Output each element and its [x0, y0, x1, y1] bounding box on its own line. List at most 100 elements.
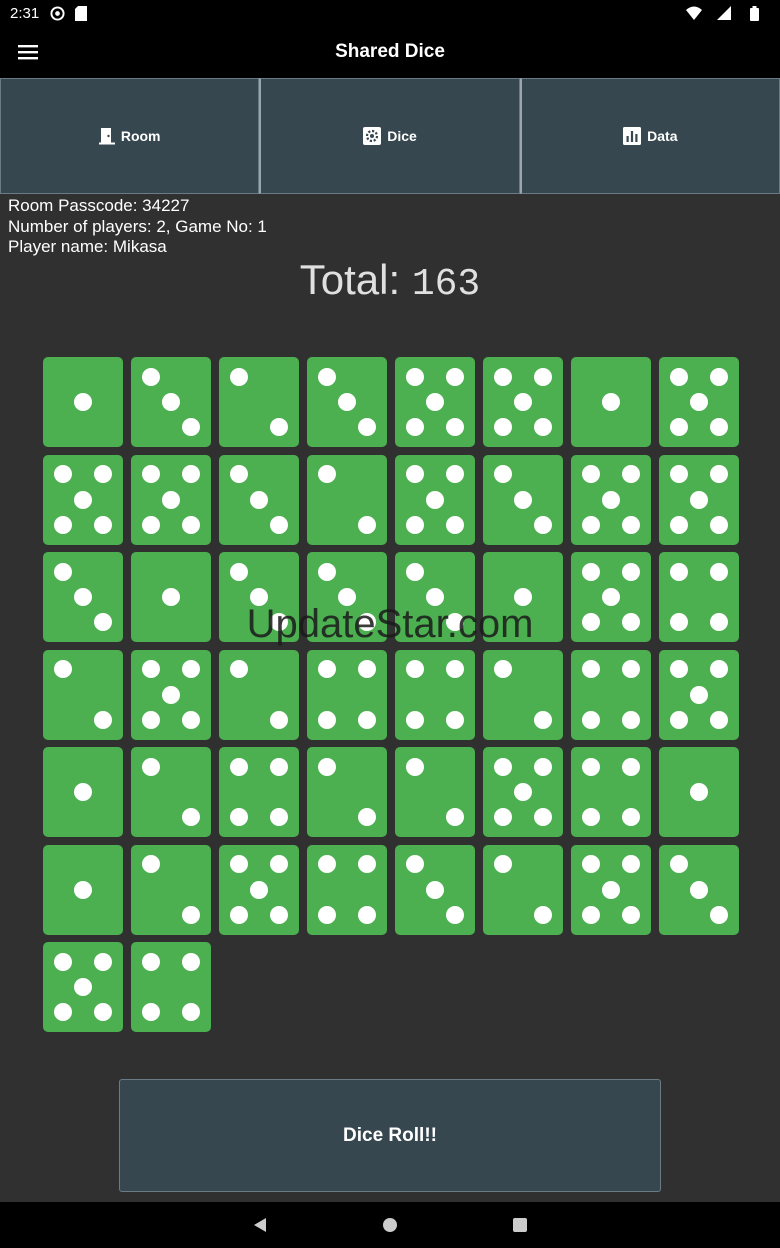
- die-face-3[interactable]: [395, 552, 475, 642]
- die-face-5[interactable]: [571, 844, 651, 935]
- tab-room[interactable]: Room: [0, 78, 260, 194]
- die-face-5[interactable]: [571, 454, 651, 545]
- die-face-5[interactable]: [571, 552, 651, 642]
- die-pip: [406, 515, 424, 534]
- die-face-3[interactable]: [43, 552, 123, 642]
- die-pip: [602, 588, 620, 606]
- dice-grid: [43, 357, 739, 1032]
- die-face-4[interactable]: [659, 552, 739, 642]
- die-pip: [54, 465, 72, 484]
- recents-button[interactable]: [505, 1210, 535, 1240]
- die-pip: [182, 660, 200, 679]
- die-face-4[interactable]: [571, 747, 651, 837]
- die-pip: [318, 367, 336, 386]
- die-face-4[interactable]: [307, 649, 387, 740]
- die-face-4[interactable]: [219, 747, 299, 837]
- tab-dice-label: Dice: [387, 128, 417, 144]
- die-pip: [670, 465, 688, 484]
- die-face-3[interactable]: [483, 454, 563, 545]
- die-face-4[interactable]: [395, 649, 475, 740]
- die-pip: [358, 418, 376, 437]
- die-face-3[interactable]: [131, 357, 211, 447]
- die-pip: [358, 710, 376, 729]
- die-face-4[interactable]: [571, 649, 651, 740]
- die-face-5[interactable]: [219, 844, 299, 935]
- die-face-1[interactable]: [131, 552, 211, 642]
- die-face-2[interactable]: [307, 454, 387, 545]
- die-pip: [406, 418, 424, 437]
- die-face-5[interactable]: [659, 454, 739, 545]
- die-face-2[interactable]: [219, 357, 299, 447]
- die-pip: [446, 808, 464, 827]
- die-pip: [318, 562, 336, 581]
- die-pip: [338, 393, 356, 411]
- die-face-5[interactable]: [131, 649, 211, 740]
- die-face-3[interactable]: [307, 552, 387, 642]
- die-face-1[interactable]: [43, 747, 123, 837]
- die-pip: [182, 465, 200, 484]
- die-face-2[interactable]: [395, 747, 475, 837]
- die-face-5[interactable]: [395, 454, 475, 545]
- die-pip: [446, 465, 464, 484]
- die-pip: [426, 880, 444, 899]
- die-pip: [162, 490, 180, 509]
- die-pip: [582, 710, 600, 729]
- die-pip: [74, 588, 92, 606]
- bar-chart-icon: [623, 127, 642, 145]
- die-face-5[interactable]: [131, 454, 211, 545]
- tab-data[interactable]: Data: [519, 78, 780, 194]
- die-pip: [74, 490, 92, 509]
- die-pip: [582, 808, 600, 827]
- die-face-2[interactable]: [219, 649, 299, 740]
- home-button[interactable]: [375, 1210, 405, 1240]
- die-pip: [142, 367, 160, 386]
- die-face-3[interactable]: [395, 844, 475, 935]
- home-circle-icon: [383, 1218, 397, 1232]
- menu-button[interactable]: [10, 34, 46, 70]
- die-face-2[interactable]: [307, 747, 387, 837]
- die-face-2[interactable]: [483, 649, 563, 740]
- die-face-2[interactable]: [131, 844, 211, 935]
- die-face-5[interactable]: [483, 357, 563, 447]
- die-face-1[interactable]: [43, 357, 123, 447]
- die-pip: [318, 757, 336, 776]
- die-pip: [602, 490, 620, 509]
- die-face-5[interactable]: [483, 747, 563, 837]
- die-face-5[interactable]: [659, 357, 739, 447]
- back-button[interactable]: [245, 1210, 275, 1240]
- die-face-1[interactable]: [571, 357, 651, 447]
- die-face-1[interactable]: [483, 552, 563, 642]
- die-pip: [54, 1003, 72, 1022]
- die-face-2[interactable]: [131, 747, 211, 837]
- die-pip: [270, 808, 288, 827]
- die-pip: [690, 393, 708, 411]
- die-pip: [582, 905, 600, 924]
- die-face-3[interactable]: [307, 357, 387, 447]
- die-face-3[interactable]: [219, 454, 299, 545]
- tab-dice[interactable]: Dice: [259, 78, 520, 194]
- die-face-3[interactable]: [219, 552, 299, 642]
- die-pip: [426, 588, 444, 606]
- die-face-2[interactable]: [43, 649, 123, 740]
- die-pip: [670, 515, 688, 534]
- die-pip: [406, 367, 424, 386]
- die-face-4[interactable]: [307, 844, 387, 935]
- die-pip: [338, 588, 356, 606]
- die-pip: [534, 367, 552, 386]
- die-face-5[interactable]: [395, 357, 475, 447]
- die-face-1[interactable]: [43, 844, 123, 935]
- die-face-5[interactable]: [43, 942, 123, 1032]
- die-pip: [710, 905, 728, 924]
- die-face-5[interactable]: [43, 454, 123, 545]
- die-face-1[interactable]: [659, 747, 739, 837]
- die-pip: [670, 418, 688, 437]
- dice-roll-button[interactable]: Dice Roll!!: [119, 1079, 661, 1192]
- die-pip: [230, 855, 248, 874]
- die-pip: [230, 905, 248, 924]
- die-face-3[interactable]: [659, 844, 739, 935]
- die-face-2[interactable]: [483, 844, 563, 935]
- die-pip: [142, 710, 160, 729]
- die-pip: [182, 905, 200, 924]
- die-face-4[interactable]: [131, 942, 211, 1032]
- die-face-5[interactable]: [659, 649, 739, 740]
